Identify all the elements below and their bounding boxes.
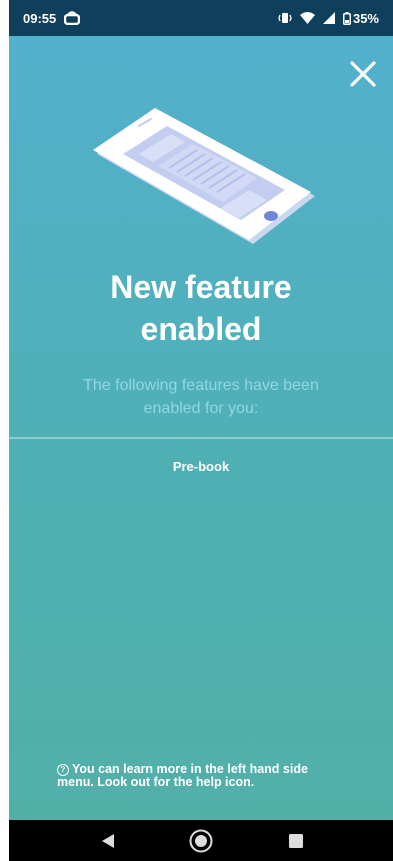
- help-line-2: menu. Look out for the help icon.: [57, 775, 255, 789]
- title-line-1: New feature: [110, 269, 292, 305]
- divider: [9, 437, 393, 439]
- feature-dialog: New feature enabled The following featur…: [9, 36, 393, 820]
- app-notification-icon: [64, 11, 81, 25]
- back-icon[interactable]: [101, 833, 115, 849]
- recents-icon[interactable]: [289, 834, 303, 848]
- close-icon[interactable]: [347, 58, 379, 90]
- battery-percent: 35%: [352, 10, 379, 26]
- status-time: 09:55: [23, 10, 57, 26]
- navigation-bar: [9, 820, 393, 861]
- subtitle-line-2: enabled for you:: [143, 400, 259, 417]
- battery-icon: [342, 11, 351, 25]
- help-note: ? You can learn more in the left hand sid…: [57, 763, 357, 789]
- page-title: New feature enabled: [9, 266, 393, 350]
- phone-illustration: [93, 108, 315, 244]
- app-frame: 09:55 35% New feature enabled The follow…: [9, 0, 393, 861]
- help-line-1: You can learn more in the left hand side: [72, 762, 308, 776]
- vibrate-icon: [278, 13, 292, 23]
- wifi-icon: [299, 12, 315, 24]
- status-bar: 09:55 35%: [9, 0, 393, 36]
- title-line-2: enabled: [140, 311, 262, 347]
- subtitle: The following features have been enabled…: [49, 374, 353, 420]
- home-icon[interactable]: [189, 829, 213, 853]
- signal-icon: [322, 12, 335, 24]
- subtitle-line-1: The following features have been: [83, 377, 319, 394]
- feature-item-pre-book: Pre-book: [172, 459, 230, 474]
